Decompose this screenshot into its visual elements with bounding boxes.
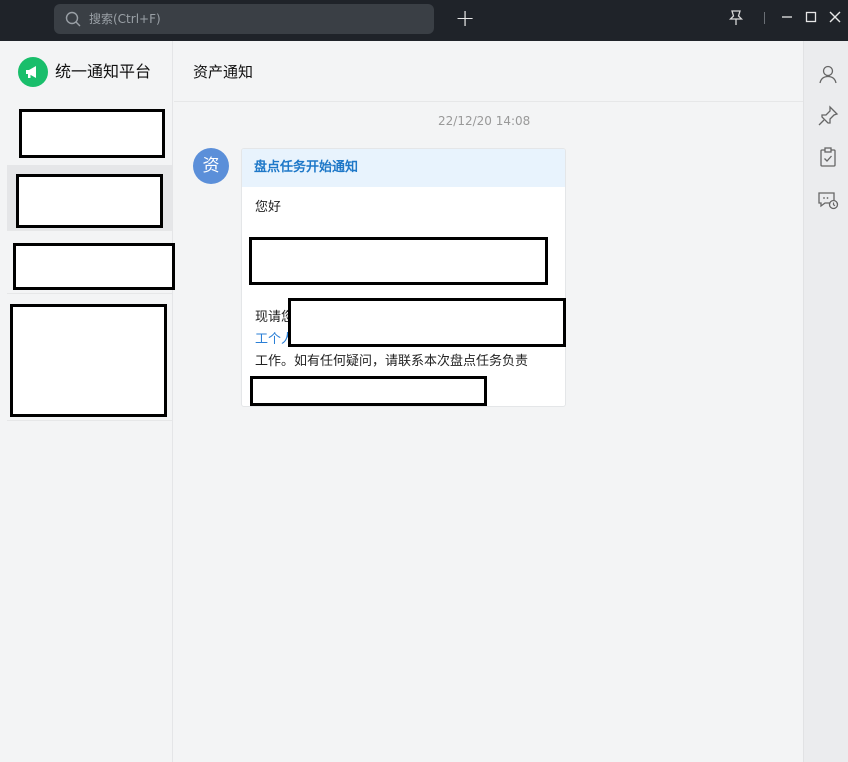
- add-button[interactable]: +: [454, 6, 476, 30]
- sender-avatar[interactable]: 资: [193, 148, 229, 184]
- pin-icon[interactable]: [817, 105, 839, 127]
- user-icon[interactable]: [817, 63, 839, 85]
- chat-title: 资产通知: [193, 63, 254, 81]
- title-bar: 搜索(Ctrl+F) +: [0, 0, 848, 41]
- message-timestamp: 22/12/20 14:08: [438, 114, 531, 128]
- message-redacted: [288, 298, 566, 347]
- contact-text: 工作。如有任何疑问，请联系本次盘点任务负责: [255, 354, 529, 369]
- right-toolbar: [803, 41, 848, 762]
- card-title: 盘点任务开始通知: [254, 160, 359, 175]
- app-name: 统一通知平台: [55, 62, 152, 81]
- search-box[interactable]: 搜索(Ctrl+F): [54, 4, 434, 34]
- app-brand[interactable]: 统一通知平台: [18, 57, 168, 87]
- message-redacted: [249, 237, 548, 285]
- conversation-item-redacted[interactable]: [19, 109, 165, 158]
- clipboard-check-icon[interactable]: [817, 146, 839, 168]
- card-header: 盘点任务开始通知: [242, 149, 565, 187]
- divider: [7, 230, 172, 231]
- conversation-item-redacted[interactable]: [10, 304, 167, 417]
- pin-window-icon[interactable]: [727, 9, 745, 27]
- message-redacted: [250, 376, 487, 406]
- header-divider: [174, 101, 803, 102]
- close-icon[interactable]: [828, 10, 842, 24]
- divider: [7, 420, 172, 421]
- megaphone-logo-icon: [18, 57, 48, 87]
- maximize-icon[interactable]: [804, 10, 818, 24]
- search-icon: [65, 11, 81, 27]
- titlebar-divider: [764, 12, 765, 24]
- conversation-item-redacted[interactable]: [16, 174, 163, 228]
- chat-history-icon[interactable]: [817, 189, 839, 211]
- divider: [7, 293, 172, 294]
- conversation-item-redacted[interactable]: [13, 243, 175, 290]
- search-placeholder: 搜索(Ctrl+F): [89, 12, 161, 26]
- greeting-text: 您好: [255, 200, 282, 215]
- minimize-icon[interactable]: [780, 10, 794, 24]
